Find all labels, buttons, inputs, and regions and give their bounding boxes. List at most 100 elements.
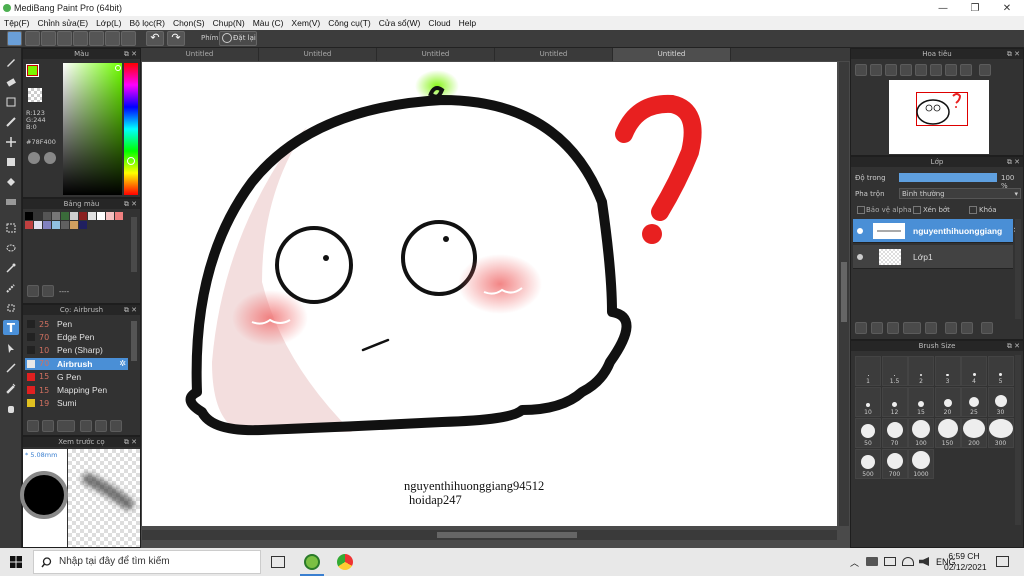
cloud-icon[interactable] [7,31,22,46]
palette-swatch[interactable] [70,212,78,220]
brush-cloud-icon[interactable] [27,420,39,432]
doc-tab-4[interactable]: Untitled [495,48,613,61]
select-brush-icon[interactable] [3,280,19,295]
palette-swatch[interactable] [43,212,51,220]
gradient-tool-icon[interactable] [3,194,19,209]
doc-tab-1[interactable]: Untitled [141,48,259,61]
brush-size-option[interactable]: 100 [908,418,934,448]
menu-snap[interactable]: Chụp(N) [209,18,249,28]
brush-size-option[interactable]: 12 [881,387,908,417]
doc-tab-3[interactable]: Untitled [377,48,495,61]
menu-color[interactable]: Màu (C) [249,18,288,28]
canvas-vertical-scrollbar[interactable] [839,62,849,526]
chrome-taskbar-icon[interactable] [337,554,353,570]
brush-copy-icon[interactable] [80,420,92,432]
redo-icon[interactable]: ↷ [167,31,185,46]
palette-swatch[interactable] [52,212,60,220]
doc-tab-5[interactable]: Untitled [613,48,731,61]
palette-swatch[interactable] [70,221,78,229]
delete-layer-icon[interactable] [981,322,993,334]
brush-scrollbar[interactable] [131,321,137,361]
zoom-in-icon[interactable] [855,64,867,76]
rectangle-tool-icon[interactable] [3,94,19,109]
canvas-horizontal-scrollbar[interactable] [142,530,837,540]
alpha-protect-checkbox[interactable] [857,206,865,214]
battery-icon[interactable] [884,557,896,566]
brush-size-option[interactable]: 50 [855,418,881,448]
layer-menu-icon[interactable] [903,322,921,334]
palette-swatch[interactable] [106,212,114,220]
brush-size-option[interactable]: 10 [855,387,881,417]
palette-swatch[interactable] [79,221,87,229]
layer-visibility-icon[interactable] [857,227,863,234]
brush-size-option[interactable]: 3 [934,356,961,386]
menu-cloud[interactable]: Cloud [424,18,454,28]
brush-size-option[interactable]: 1000 [908,449,934,479]
layer-scrollbar[interactable] [1015,219,1021,319]
clock[interactable]: 6:59 CH 02/12/2021 [944,551,987,573]
select-pen-icon[interactable] [3,114,19,129]
bucket-tool-icon[interactable] [3,174,19,189]
rotate-right-icon[interactable] [960,64,972,76]
brush-size-option[interactable]: 700 [881,449,908,479]
doc-tab-2[interactable]: Untitled [259,48,377,61]
brush-size-option[interactable]: 1 [855,356,881,386]
brush-size-option[interactable]: 5 [987,356,1014,386]
brush-size-option[interactable]: 4 [961,356,987,386]
palette-swatch[interactable] [61,221,69,229]
blend-mode-select[interactable]: Bình thường ▾ [899,188,1021,199]
brush-item[interactable]: 19 Sumi [25,397,128,409]
medibang-taskbar-icon[interactable] [304,554,320,570]
brush-size-option[interactable]: 30 [987,387,1014,417]
windows-start-icon[interactable] [10,556,22,568]
palette-swatch[interactable] [61,212,69,220]
chat-icon[interactable] [41,31,56,46]
divide-tool-icon[interactable] [3,360,19,375]
color-wheel-icon[interactable] [44,152,56,164]
palette-swatch[interactable] [79,212,87,220]
brush-size-option[interactable]: 300 [987,418,1014,448]
brush-size-option[interactable]: 200 [961,418,987,448]
palette-swatch[interactable] [97,212,105,220]
navigator-thumbnail[interactable] [889,80,989,154]
lock-checkbox[interactable] [969,206,977,214]
notification-icon[interactable] [996,556,1009,567]
duplicate-layer-icon[interactable] [945,322,957,334]
palette-swatch[interactable] [34,221,42,229]
fill-rect-icon[interactable] [3,154,19,169]
brush-item[interactable]: 15 G Pen [25,371,128,383]
palette-swatch[interactable] [34,212,42,220]
menu-tools[interactable]: Công cụ(T) [324,18,375,28]
hue-slider[interactable] [124,63,138,195]
task-view-icon[interactable] [271,556,285,568]
maximize-button[interactable]: ❐ [960,0,990,16]
brush-item[interactable]: 10 Pen (Sharp) [25,344,128,356]
brush-duplicate-icon[interactable] [110,420,122,432]
menu-layer[interactable]: Lớp(L) [92,18,125,28]
opacity-slider[interactable] [899,173,997,182]
transparent-swatch[interactable] [28,88,42,102]
menu-window[interactable]: Cửa sổ(W) [375,18,425,28]
layers-icon[interactable] [57,31,72,46]
new-layer-icon[interactable] [855,322,867,334]
eyedropper-icon[interactable] [3,380,19,395]
brush-item[interactable]: 15 Mapping Pen [25,384,128,396]
palette-icon[interactable] [28,152,40,164]
brush-size-scrollbar[interactable] [1015,355,1021,525]
grid-icon[interactable] [105,31,120,46]
text-tool-icon[interactable]: T [3,320,19,335]
drawing-canvas[interactable]: nguyenthihuonggiang94512 hoidap247 [142,62,837,526]
layer-row-1[interactable]: nguyenthihuonggiang ✲ [853,219,1021,243]
panel-icon[interactable] [121,31,136,46]
brush-item[interactable]: 25 Pen [25,318,128,330]
delete-palette-icon[interactable] [42,285,54,297]
list-icon[interactable] [89,31,104,46]
brush-folder-icon[interactable] [95,420,107,432]
brush-size-option[interactable]: 25 [961,387,987,417]
menu-view[interactable]: Xem(V) [287,18,324,28]
tray-expand-icon[interactable]: ︿ [850,556,859,569]
layer-folder-icon[interactable] [925,322,937,334]
export-icon[interactable] [25,31,40,46]
wifi-icon[interactable] [902,557,914,566]
actual-size-icon[interactable] [900,64,912,76]
